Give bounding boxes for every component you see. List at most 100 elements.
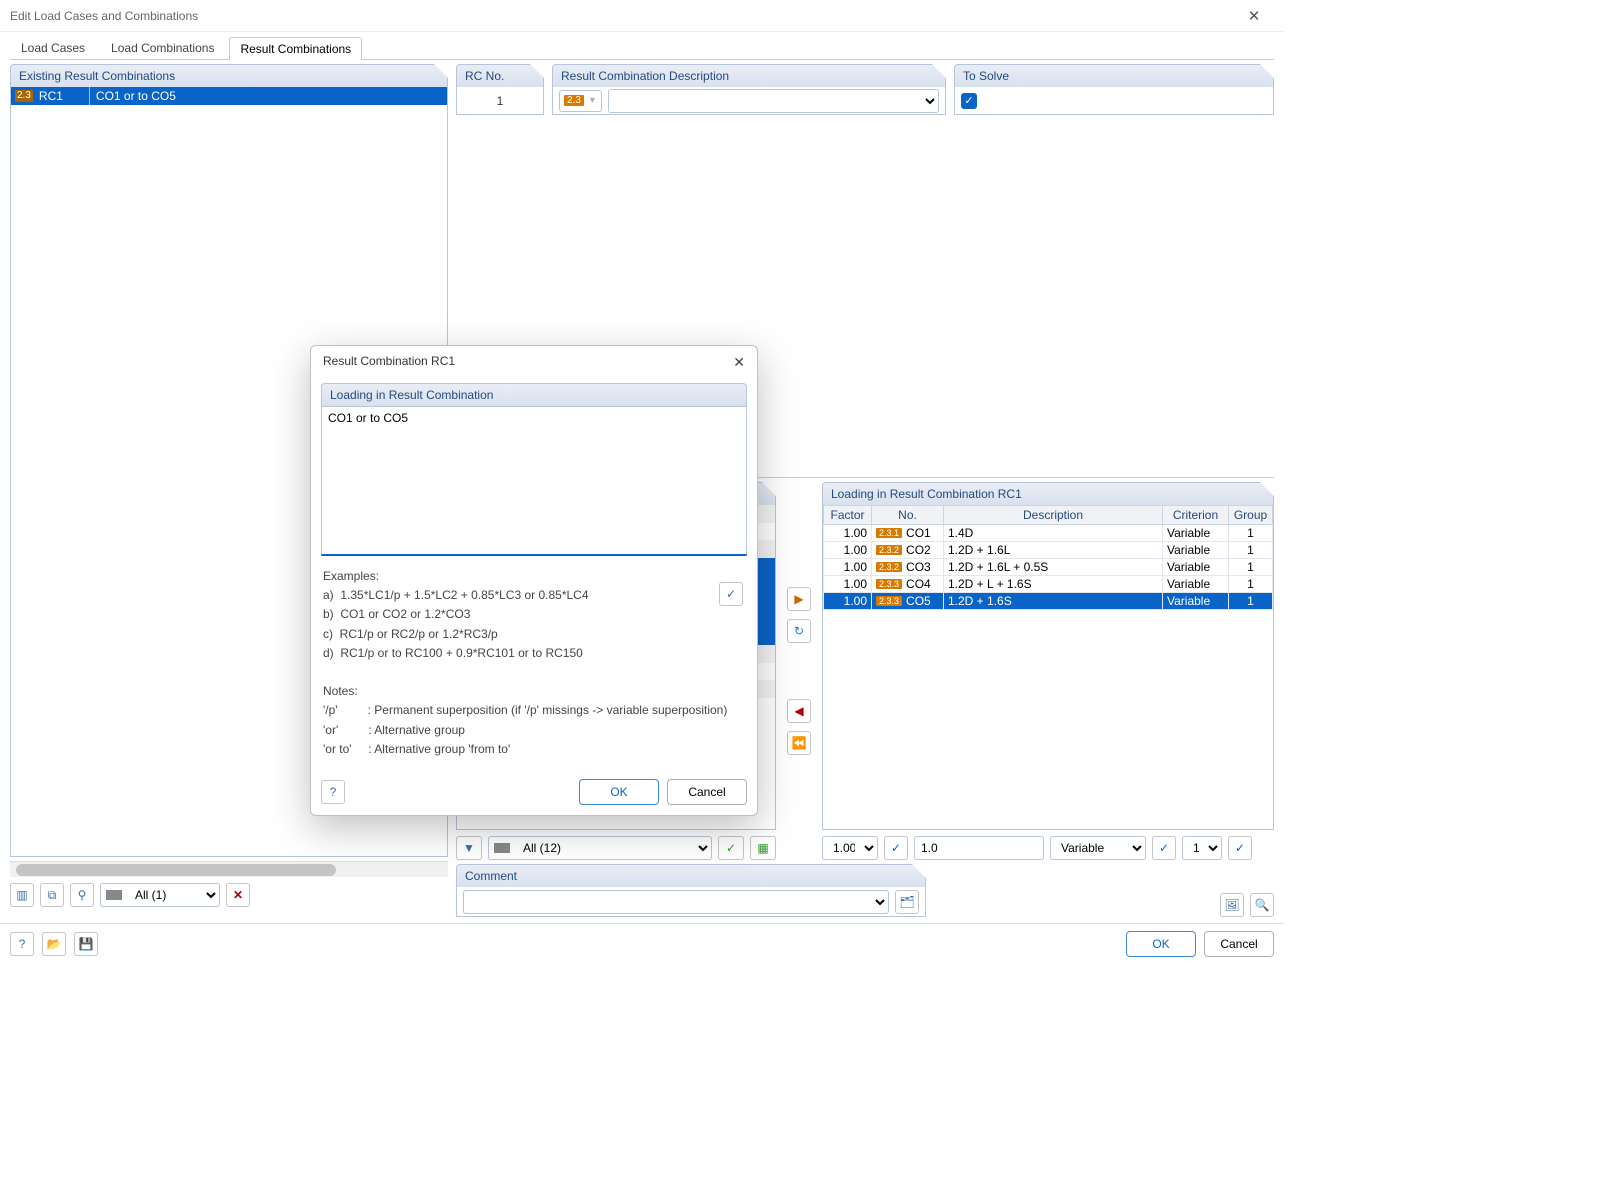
help-button[interactable]: ? [10, 932, 34, 956]
cell-no[interactable]: 2.3.3CO4 [872, 576, 944, 593]
ok-button[interactable]: OK [1126, 931, 1196, 957]
notes-header: Notes: [323, 682, 745, 701]
rc-desc-type-dropdown[interactable]: 2.3 ▾ [559, 90, 602, 112]
cell-desc[interactable]: 1.4D [944, 525, 1163, 542]
cell-group[interactable]: 1 [1229, 542, 1273, 559]
existing-rc-row[interactable]: 2.3 RC1 CO1 or to CO5 [11, 87, 447, 105]
main-window: Edit Load Cases and Combinations ✕ Load … [0, 0, 1284, 963]
horizontal-scrollbar[interactable] [10, 861, 448, 877]
loading-filter-combo[interactable]: All (12) [488, 836, 712, 860]
modal-help-button[interactable]: ? [321, 780, 345, 804]
copy-rc-button[interactable]: ⧉ [40, 883, 64, 907]
cell-factor[interactable]: 1.00 [824, 593, 872, 610]
modal-cancel-button[interactable]: Cancel [667, 779, 747, 805]
grid-options-button[interactable]: ▦ [750, 836, 776, 860]
add-loading-alt-button[interactable]: ↻ [787, 619, 811, 643]
rc-filter-combo[interactable]: All (1) [100, 883, 220, 907]
cell-criterion[interactable]: Variable [1163, 542, 1229, 559]
note-3: 'or to' : Alternative group 'from to' [323, 740, 745, 759]
rc-table-row[interactable]: 1.002.3.3CO51.2D + 1.6SVariable1 [824, 593, 1273, 610]
modal-expression-input[interactable]: CO1 or to CO5 [321, 406, 747, 556]
cell-criterion[interactable]: Variable [1163, 576, 1229, 593]
rc-table-row[interactable]: 1.002.3.2CO31.2D + 1.6L + 0.5SVariable1 [824, 559, 1273, 576]
rc-table-row[interactable]: 1.002.3.3CO41.2D + L + 1.6SVariable1 [824, 576, 1273, 593]
tab-load-cases[interactable]: Load Cases [10, 36, 96, 59]
check-all-button[interactable]: ✓ [718, 836, 744, 860]
window-close-button[interactable]: ✕ [1234, 7, 1274, 25]
existing-rc-toolbar: ▥ ⧉ ⚲ All (1) ✕ [10, 877, 448, 907]
comment-input[interactable] [463, 890, 889, 914]
apply-criterion-button[interactable]: ✓ [1152, 836, 1176, 860]
modal-close-button[interactable]: ✕ [733, 354, 745, 371]
criterion-edit[interactable]: Variable [1050, 836, 1146, 860]
cell-desc[interactable]: 1.2D + 1.6L [944, 542, 1163, 559]
rc-no-header: RC No. [456, 64, 544, 87]
rc-desc-input[interactable] [608, 89, 939, 113]
cell-group[interactable]: 1 [1229, 576, 1273, 593]
scrollbar-thumb[interactable] [16, 864, 336, 876]
modal-section-header: Loading in Result Combination [321, 383, 747, 406]
rc-id: RC1 [37, 89, 89, 103]
cell-desc[interactable]: 1.2D + 1.6L + 0.5S [944, 559, 1163, 576]
preview-button[interactable]: 🔍 [1250, 893, 1274, 917]
cell-no[interactable]: 2.3.3CO5 [872, 593, 944, 610]
delete-rc-button[interactable]: ✕ [226, 883, 250, 907]
multiplier-input[interactable] [914, 836, 1044, 860]
cell-factor[interactable]: 1.00 [824, 576, 872, 593]
cell-criterion[interactable]: Variable [1163, 525, 1229, 542]
rc-description: CO1 or to CO5 [90, 89, 447, 103]
cell-desc[interactable]: 1.2D + 1.6S [944, 593, 1163, 610]
to-solve-header: To Solve [954, 64, 1274, 87]
cell-group[interactable]: 1 [1229, 559, 1273, 576]
modal-ok-button[interactable]: OK [579, 779, 659, 805]
cell-factor[interactable]: 1.00 [824, 525, 872, 542]
rc-table-row[interactable]: 1.002.3.2CO21.2D + 1.6LVariable1 [824, 542, 1273, 559]
rc-desc-header: Result Combination Description [552, 64, 946, 87]
new-rc-button[interactable]: ▥ [10, 883, 34, 907]
rc-loading-toolbar: 1.00 ✓ Variable ✓ 1 ✓ [822, 830, 1274, 860]
cancel-button[interactable]: Cancel [1204, 931, 1274, 957]
remove-all-loading-button[interactable]: ⏪ [787, 731, 811, 755]
col-no[interactable]: No. [872, 506, 944, 525]
example-d: d) RC1/p or to RC100 + 0.9*RC101 or to R… [323, 644, 745, 663]
col-factor[interactable]: Factor [824, 506, 872, 525]
cell-no[interactable]: 2.3.2CO2 [872, 542, 944, 559]
cell-desc[interactable]: 1.2D + L + 1.6S [944, 576, 1163, 593]
rc-table-row[interactable]: 1.002.3.1CO11.4DVariable1 [824, 525, 1273, 542]
comment-library-button[interactable]: 🗂 [895, 890, 919, 914]
filter-button[interactable]: ▼ [456, 836, 482, 860]
col-group[interactable]: Group [1229, 506, 1273, 525]
to-solve-checkbox[interactable]: ✓ [961, 93, 977, 109]
example-b: b) CO1 or CO2 or 1.2*CO3 [323, 605, 745, 624]
tab-result-combinations[interactable]: Result Combinations [229, 37, 362, 60]
col-crit[interactable]: Criterion [1163, 506, 1229, 525]
group-edit[interactable]: 1 [1182, 836, 1222, 860]
import-button[interactable]: 📂 [42, 932, 66, 956]
cell-criterion[interactable]: Variable [1163, 593, 1229, 610]
tab-load-combinations[interactable]: Load Combinations [100, 36, 225, 59]
rc-loading-table[interactable]: Factor No. Description Criterion Group 1… [823, 505, 1273, 610]
rc-no-value[interactable]: 1 [456, 87, 544, 115]
col-desc[interactable]: Description [944, 506, 1163, 525]
add-loading-button[interactable]: ▶ [787, 587, 811, 611]
settings-rc-button[interactable]: ⚲ [70, 883, 94, 907]
examples-header: Examples: [323, 567, 745, 586]
cell-no[interactable]: 2.3.2CO3 [872, 559, 944, 576]
cell-factor[interactable]: 1.00 [824, 559, 872, 576]
apply-factor-button[interactable]: ✓ [884, 836, 908, 860]
comment-section: Comment 🗂 [456, 864, 926, 917]
save-button[interactable]: 💾 [74, 932, 98, 956]
validate-expression-button[interactable]: ✓ [719, 582, 743, 606]
cell-factor[interactable]: 1.00 [824, 542, 872, 559]
rc-code-tag: 2.3 [15, 90, 33, 102]
cell-criterion[interactable]: Variable [1163, 559, 1229, 576]
cell-no[interactable]: 2.3.1CO1 [872, 525, 944, 542]
cell-group[interactable]: 1 [1229, 525, 1273, 542]
existing-rc-header: Existing Result Combinations [10, 64, 448, 87]
show-chart-button[interactable]: 🖼 [1220, 893, 1244, 917]
note-1: '/p' : Permanent superposition (if '/p' … [323, 701, 745, 720]
remove-loading-button[interactable]: ◀ [787, 699, 811, 723]
factor-edit[interactable]: 1.00 [822, 836, 878, 860]
apply-group-button[interactable]: ✓ [1228, 836, 1252, 860]
cell-group[interactable]: 1 [1229, 593, 1273, 610]
